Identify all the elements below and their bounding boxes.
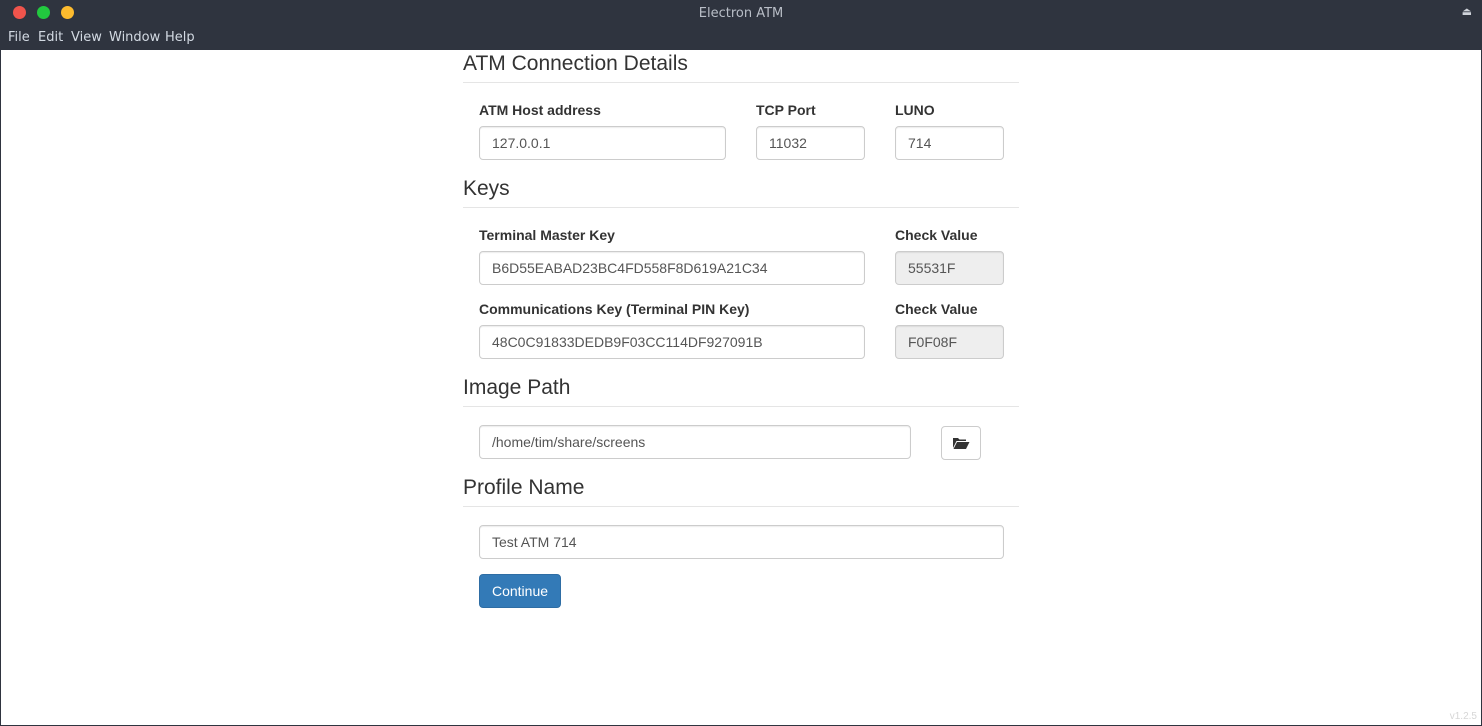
connection-heading: ATM Connection Details [463, 52, 1019, 83]
version-label: v1.2.5 [1449, 711, 1477, 722]
menu-edit[interactable]: Edit [38, 30, 63, 45]
host-input[interactable] [479, 126, 726, 160]
title-bar: Electron ATM ⏏ [0, 0, 1482, 26]
menu-file[interactable]: File [8, 30, 30, 45]
luno-input[interactable] [895, 126, 1004, 160]
settings-form: ATM Connection Details ATM Host address … [1, 50, 1481, 725]
port-input[interactable] [756, 126, 865, 160]
comms-key-input[interactable] [479, 325, 865, 359]
menu-view[interactable]: View [71, 30, 102, 45]
window-control-icon[interactable]: ⏏ [1462, 5, 1472, 18]
menu-bar: File Edit View Window Help [0, 26, 1482, 50]
profile-name-input[interactable] [479, 525, 1004, 559]
image-path-input[interactable] [479, 425, 911, 459]
window-title: Electron ATM [698, 6, 784, 21]
master-check-value [895, 251, 1004, 285]
menu-help[interactable]: Help [165, 30, 195, 45]
comms-key-label: Communications Key (Terminal PIN Key) [479, 301, 750, 317]
profile-heading: Profile Name [463, 476, 1019, 507]
folder-open-icon [953, 438, 970, 449]
continue-button[interactable]: Continue [479, 574, 561, 608]
keys-heading: Keys [463, 177, 1019, 208]
image-path-heading: Image Path [463, 376, 1019, 407]
comms-check-label: Check Value [895, 301, 978, 317]
master-check-label: Check Value [895, 227, 978, 243]
browse-folder-button[interactable] [941, 426, 981, 460]
master-key-label: Terminal Master Key [479, 227, 615, 243]
menu-window[interactable]: Window [109, 30, 160, 45]
host-label: ATM Host address [479, 102, 601, 118]
port-label: TCP Port [756, 102, 816, 118]
comms-check-value [895, 325, 1004, 359]
master-key-input[interactable] [479, 251, 865, 285]
luno-label: LUNO [895, 102, 935, 118]
